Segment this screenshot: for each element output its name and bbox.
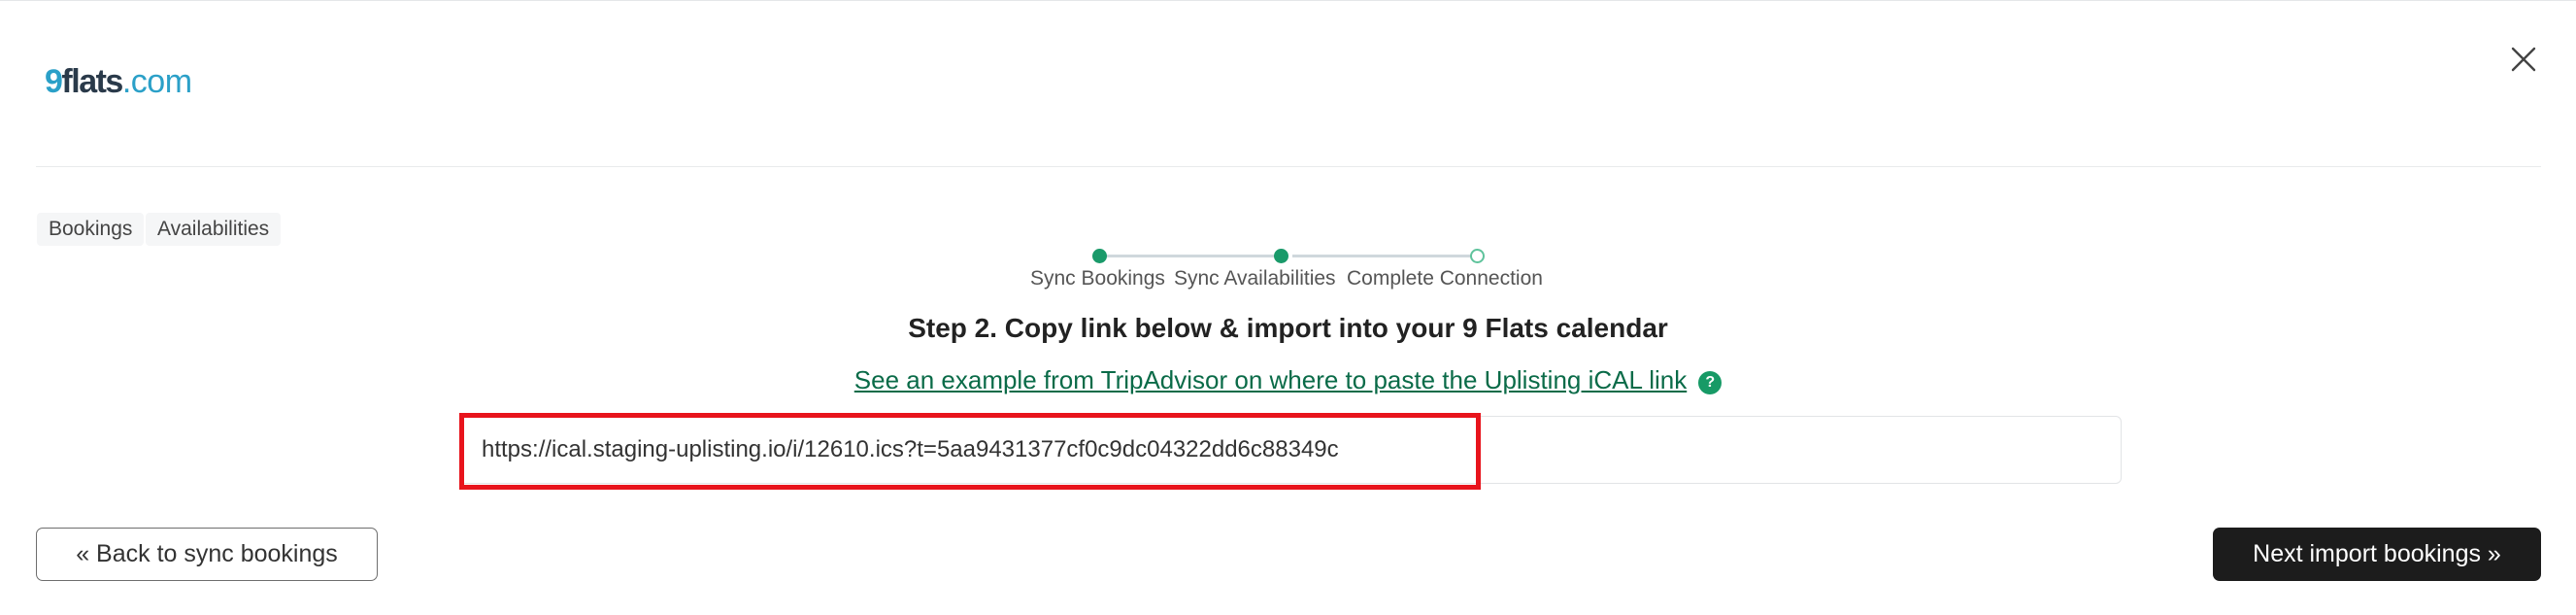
tab-availabilities[interactable]: Availabilities: [146, 213, 282, 246]
close-icon: [2511, 47, 2536, 72]
top-border: [0, 0, 2576, 1]
step-heading: Step 2. Copy link below & import into yo…: [908, 313, 1668, 343]
next-import-bookings-button[interactable]: Next import bookings »: [2213, 528, 2541, 581]
back-to-sync-bookings-button[interactable]: « Back to sync bookings: [36, 528, 378, 581]
stepper-connector-1: [1106, 255, 1286, 257]
tripadvisor-example-link[interactable]: See an example from TripAdvisor on where…: [854, 365, 1687, 394]
logo-number: 9: [45, 63, 63, 100]
tab-bookings[interactable]: Bookings: [37, 213, 145, 246]
stepper-dot-sync-bookings: [1092, 249, 1107, 263]
logo-tld: .com: [121, 63, 192, 100]
stepper-dot-sync-availabilities: [1274, 249, 1288, 263]
header-divider: [36, 166, 2541, 167]
close-button[interactable]: [2507, 43, 2540, 76]
highlight-box: [459, 413, 1481, 490]
logo-word: flats: [61, 63, 123, 100]
question-circle-icon[interactable]: ?: [1698, 371, 1723, 394]
step-label-sync-bookings: Sync Bookings: [1030, 267, 1165, 290]
brand-logo: 9flats.com: [45, 62, 192, 101]
step-label-complete-connection: Complete Connection: [1347, 267, 1543, 290]
stepper-connector-2: [1292, 255, 1479, 257]
step-label-sync-availabilities: Sync Availabilities: [1174, 267, 1336, 290]
example-row: See an example from TripAdvisor on where…: [0, 362, 2576, 402]
stepper-dot-complete-connection: [1470, 249, 1485, 263]
